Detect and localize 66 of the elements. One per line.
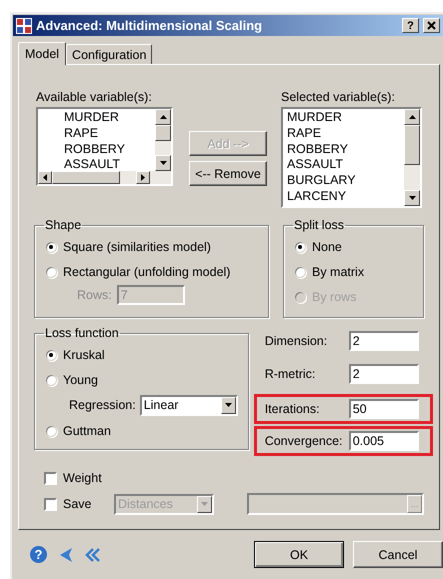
list-item[interactable]: MURDER — [38, 110, 155, 126]
tab[interactable]: Configuration — [66, 44, 152, 64]
list-item[interactable]: LARCENY — [283, 188, 404, 205]
up-arrow-icon[interactable] — [408, 115, 416, 119]
radio-option[interactable]: Guttman — [45, 418, 238, 443]
radio-button[interactable] — [294, 240, 306, 252]
radio-button[interactable] — [45, 374, 57, 386]
back-arrow-icon[interactable] — [59, 546, 73, 562]
parameter-field[interactable]: 0.005 — [348, 431, 419, 451]
parameter-label: R-metric: — [264, 367, 316, 381]
weight-checkbox[interactable]: Weight — [44, 466, 114, 490]
regression-label: Regression: — [69, 397, 136, 413]
help-button[interactable]: ? — [402, 18, 419, 33]
radio-option[interactable]: By matrix — [294, 259, 413, 284]
parameter-field[interactable]: 50 — [348, 399, 419, 419]
ok-button[interactable]: OK — [254, 541, 344, 568]
radio-option[interactable]: Rectangular (unfolding model) — [45, 259, 258, 284]
list-item[interactable]: ASSAULT — [283, 157, 404, 174]
list-item[interactable]: ASSAULT — [38, 157, 155, 174]
radio-button[interactable] — [45, 266, 57, 278]
list-label: Available variable(s): — [36, 89, 153, 105]
tab[interactable]: Model — [18, 42, 66, 65]
group-title: Loss function — [44, 326, 120, 340]
help-icon[interactable]: ? — [30, 546, 47, 563]
vertical-scrollbar[interactable] — [404, 109, 420, 206]
parameter-label: Convergence: — [264, 434, 344, 448]
radio-button[interactable] — [45, 348, 57, 360]
list-item[interactable]: ROBBERY — [283, 142, 404, 158]
down-arrow-icon[interactable] — [160, 161, 166, 165]
radio-option[interactable]: Square (similarities model) — [45, 234, 258, 259]
radio-button[interactable] — [45, 240, 57, 252]
list-item[interactable]: ROBBERY — [38, 142, 155, 158]
dropdown-arrow-icon[interactable] — [224, 403, 232, 407]
parameter-label: Iterations: — [264, 402, 321, 416]
list-item[interactable]: BURGLARY — [283, 173, 404, 189]
radio-button[interactable] — [45, 424, 57, 436]
list-item[interactable]: RAPE — [283, 126, 404, 142]
right-arrow-icon[interactable] — [141, 174, 145, 181]
selected-list[interactable]: MURDER RAPE ROBBERY ASSAULT BURGLARY LARCENY — [281, 107, 422, 208]
horizontal-scrollbar[interactable] — [38, 171, 171, 184]
radio-option[interactable]: Kruskal — [45, 342, 238, 367]
close-icon — [427, 21, 436, 30]
group-title: Shape — [44, 218, 82, 232]
close-button[interactable] — [423, 18, 440, 33]
vertical-scrollbar[interactable] — [155, 109, 171, 171]
down-arrow-icon[interactable] — [408, 196, 416, 200]
group-title: Split loss — [293, 218, 346, 232]
list-label: Selected variable(s): — [281, 89, 396, 105]
list-item[interactable]: MURDER — [283, 110, 404, 126]
parameter-field[interactable]: 2 — [348, 331, 419, 351]
cancel-button[interactable]: Cancel — [353, 541, 443, 568]
radio-option[interactable]: None — [294, 234, 413, 259]
parameter-label: Dimension: — [264, 334, 328, 348]
regression-dropdown[interactable]: Linear — [140, 394, 238, 416]
window-title: Advanced: Multidimensional Scaling — [36, 18, 264, 33]
available-list[interactable]: MURDER RAPE ROBBERY ASSAULT — [36, 107, 173, 186]
left-arrow-icon[interactable] — [43, 174, 47, 181]
move-button[interactable]: <-- Remove — [189, 161, 267, 186]
list-item[interactable]: RAPE — [38, 126, 155, 142]
parameter-field[interactable]: 2 — [348, 364, 419, 384]
radio-option[interactable]: Young — [45, 367, 238, 392]
app-icon — [16, 18, 32, 34]
up-arrow-icon[interactable] — [160, 115, 166, 119]
double-chevron-icon[interactable] — [85, 546, 101, 562]
radio-button[interactable] — [294, 266, 306, 278]
rows-label: Rows: — [77, 287, 112, 303]
